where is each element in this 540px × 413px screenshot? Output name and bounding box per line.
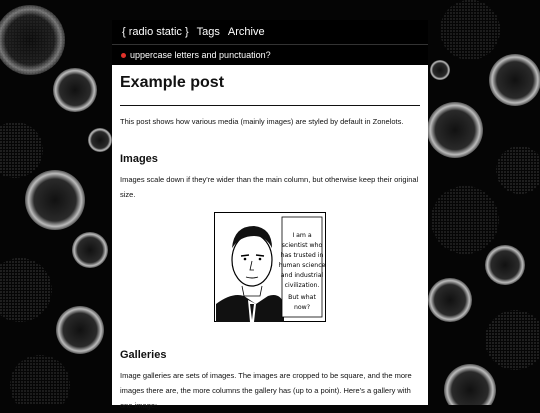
comic-text-line: now?	[294, 304, 310, 311]
title-divider	[120, 105, 420, 106]
comic-text-line: has trusted in	[281, 252, 324, 259]
red-dot-icon	[121, 52, 126, 58]
top-nav: { radio static } Tags Archive	[112, 20, 428, 44]
nav-link-archive[interactable]: Archive	[228, 26, 265, 38]
comic-text-line: scientist who	[282, 242, 323, 249]
section-body-images: Images scale down if they're wider than …	[120, 175, 419, 199]
site-brand-link[interactable]: { radio static }	[122, 26, 189, 38]
post-content: Example post This post shows how various…	[112, 65, 428, 410]
section-heading-images: Images	[120, 153, 158, 165]
comic-panel-image: I am a scientist who has trusted in huma…	[214, 212, 326, 322]
site-tagline: uppercase letters and punctuation?	[130, 50, 271, 60]
comic-text-line: and industrial	[281, 272, 324, 279]
post-intro: This post shows how various media (mainl…	[120, 117, 404, 126]
site-tagline-bar: uppercase letters and punctuation?	[112, 44, 428, 65]
main-column: { radio static } Tags Archive uppercase …	[112, 20, 428, 410]
post-title: Example post	[120, 74, 225, 91]
comic-text-line: human science	[279, 262, 326, 269]
comic-text-line: civilization.	[285, 282, 320, 289]
comic-text-line: But what	[288, 294, 316, 301]
section-heading-galleries: Galleries	[120, 349, 167, 361]
nav-link-tags[interactable]: Tags	[197, 26, 220, 38]
comic-text-line: I am a	[292, 232, 312, 239]
section-body-galleries: Image galleries are sets of images. The …	[120, 371, 412, 410]
